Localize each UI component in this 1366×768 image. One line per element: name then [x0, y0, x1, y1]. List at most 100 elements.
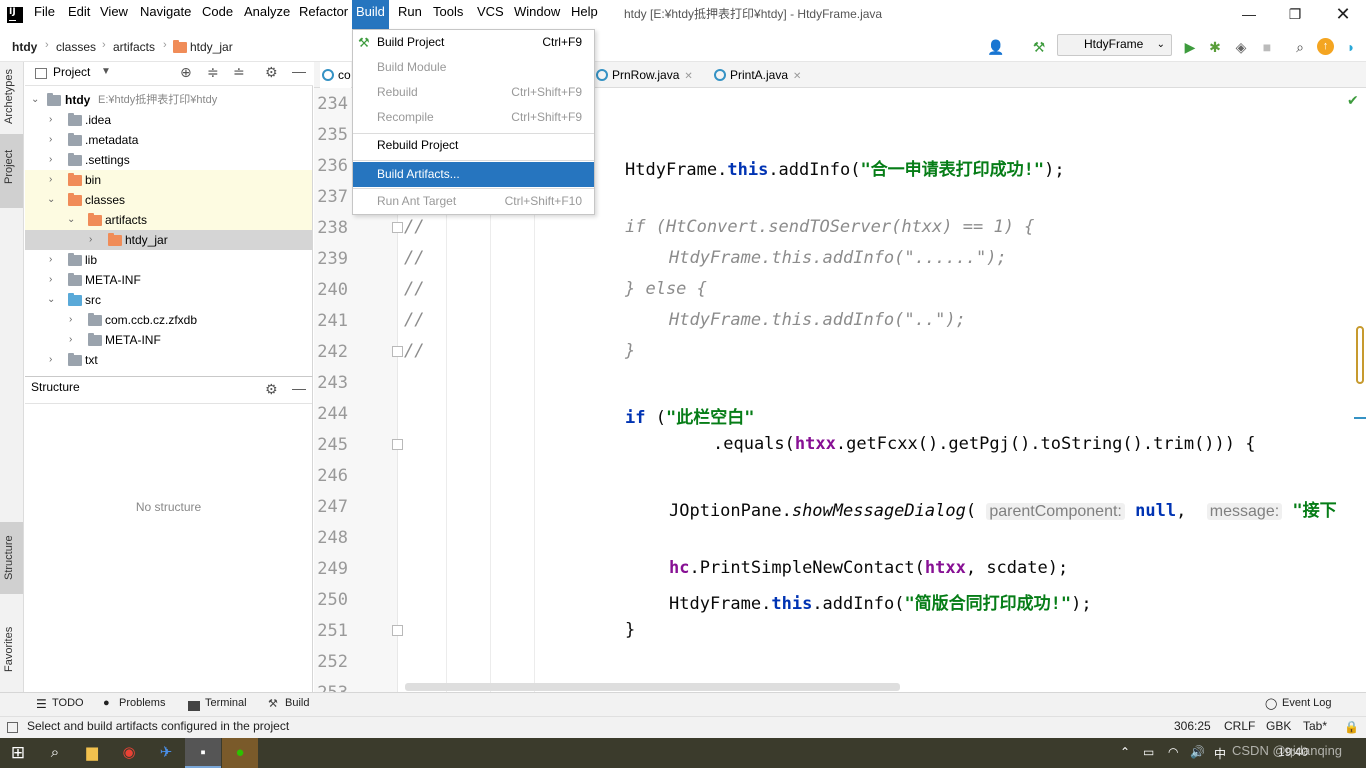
code-line-244[interactable]: if ("此栏空白" — [625, 403, 754, 428]
locate-icon[interactable]: ⊕ — [180, 64, 192, 81]
tree-item-package[interactable]: › com.ccb.cz.zfxdb — [25, 310, 312, 330]
panel-toggle-icon[interactable] — [7, 722, 18, 733]
fold-marker[interactable] — [392, 439, 403, 450]
menu-item-recompile[interactable]: Recompile Ctrl+Shift+F9 — [353, 105, 594, 130]
code-line-250[interactable]: HtdyFrame.this.addInfo("简版合同打印成功!"); — [669, 589, 1092, 614]
breadcrumb-htdy-jar[interactable]: htdy_jar — [190, 40, 233, 54]
breadcrumb-classes[interactable]: classes — [56, 40, 96, 54]
project-panel-title[interactable]: Project — [53, 65, 90, 79]
feishu-icon[interactable]: ✈ — [148, 738, 184, 768]
close-tab-icon[interactable]: ✕ — [793, 71, 801, 82]
tree-item-meta-inf[interactable]: › META-INF — [25, 270, 312, 290]
editor-tab-printa[interactable]: PrintA.java ✕ — [712, 62, 801, 88]
tree-item-lib[interactable]: › lib — [25, 250, 312, 270]
tab-problems[interactable]: Problems — [119, 697, 165, 709]
tree-item-classes[interactable]: ⌄ classes — [25, 190, 312, 210]
fold-marker[interactable] — [392, 346, 403, 357]
close-button[interactable]: ✕ — [1320, 0, 1366, 28]
chevron-right-icon[interactable]: › — [69, 310, 72, 330]
tree-item-bin[interactable]: › bin — [25, 170, 312, 190]
tree-item-settings[interactable]: › .settings — [25, 150, 312, 170]
chevron-down-icon[interactable]: ⌄ — [31, 90, 39, 110]
menu-window[interactable]: Window — [510, 0, 564, 26]
tab-project[interactable]: Project — [0, 134, 23, 208]
tree-item-idea[interactable]: › .idea — [25, 110, 312, 130]
collapse-all-icon[interactable]: ≐ — [233, 64, 245, 81]
indent-setting[interactable]: Tab* — [1303, 719, 1327, 733]
menu-edit[interactable]: Edit — [64, 0, 94, 26]
line-separator[interactable]: CRLF — [1224, 719, 1255, 733]
tab-structure[interactable]: Structure — [0, 522, 23, 594]
stop-icon[interactable]: ■ — [1258, 38, 1276, 56]
code-line-241[interactable]: HtdyFrame.this.addInfo(".."); — [669, 310, 966, 330]
caret-position[interactable]: 306:25 — [1174, 719, 1211, 733]
tab-terminal[interactable]: Terminal — [205, 697, 247, 709]
editor-horizontal-scrollbar[interactable] — [405, 683, 900, 691]
volume-icon[interactable]: 🔊 — [1190, 745, 1205, 759]
search-icon[interactable]: ⌕ — [1291, 38, 1309, 56]
code-line-242[interactable]: } — [625, 341, 635, 361]
code-line-247[interactable]: JOptionPane.showMessageDialog( parentCom… — [669, 496, 1366, 521]
chevron-right-icon[interactable]: › — [49, 350, 52, 370]
chevron-right-icon[interactable]: › — [49, 130, 52, 150]
inspection-ok-icon[interactable]: ✔ — [1347, 92, 1359, 109]
chevron-down-icon[interactable]: ▼ — [101, 66, 111, 77]
menu-item-build-module[interactable]: Build Module — [353, 55, 594, 80]
editor-vertical-scrollbar[interactable] — [1356, 326, 1364, 384]
menu-refactor[interactable]: Refactor — [295, 0, 352, 26]
wifi-icon[interactable]: ◠ — [1168, 745, 1178, 759]
tree-item-htdy[interactable]: ⌄ htdy E:¥htdy抵押表打印¥htdy — [25, 90, 312, 110]
close-tab-icon[interactable]: ✕ — [684, 71, 692, 82]
menu-help[interactable]: Help — [567, 0, 602, 26]
chevron-down-icon[interactable]: ⌄ — [67, 210, 75, 230]
tab-favorites[interactable]: Favorites — [0, 610, 23, 684]
menu-analyze[interactable]: Analyze — [240, 0, 294, 26]
ime-indicator[interactable]: 中 — [1214, 745, 1226, 762]
code-line-249[interactable]: hc.PrintSimpleNewContact(htxx, scdate); — [669, 558, 1068, 578]
menu-item-run-ant-target[interactable]: Run Ant Target Ctrl+Shift+F10 — [353, 189, 594, 214]
wechat-icon[interactable]: ● — [222, 738, 258, 768]
tree-item-src-meta-inf[interactable]: › META-INF — [25, 330, 312, 350]
menu-code[interactable]: Code — [198, 0, 237, 26]
run-configuration-select[interactable]: HtdyFrame ⌄ — [1057, 34, 1172, 56]
fold-marker[interactable] — [392, 625, 403, 636]
file-encoding[interactable]: GBK — [1266, 719, 1291, 733]
editor-tab-co[interactable]: co — [320, 62, 351, 88]
chevron-right-icon[interactable]: › — [49, 250, 52, 270]
hide-panel-icon[interactable]: — — [292, 63, 306, 79]
code-line-251[interactable]: } — [625, 620, 635, 640]
lock-icon[interactable]: 🔒 — [1344, 720, 1359, 734]
code-line-239[interactable]: HtdyFrame.this.addInfo("......"); — [669, 248, 1007, 268]
update-icon[interactable]: ↑ — [1317, 38, 1334, 55]
chevron-right-icon[interactable]: › — [69, 330, 72, 350]
chrome-icon[interactable]: ◉ — [111, 738, 147, 768]
intellij-taskbar-icon[interactable]: ▪ — [185, 738, 221, 768]
expand-all-icon[interactable]: ≑ — [207, 64, 219, 81]
chevron-right-icon[interactable]: › — [49, 110, 52, 130]
menu-item-rebuild-project[interactable]: Rebuild Project — [353, 133, 594, 158]
tree-item-htdy-jar[interactable]: › htdy_jar — [25, 230, 312, 250]
tree-item-metadata[interactable]: › .metadata — [25, 130, 312, 150]
restore-button[interactable]: ❐ — [1272, 0, 1318, 28]
hammer-build-icon[interactable]: ⚒ — [1030, 38, 1048, 56]
tab-archetypes[interactable]: Archetypes — [0, 62, 23, 128]
menu-navigate[interactable]: Navigate — [136, 0, 195, 26]
debug-icon[interactable]: ✱ — [1206, 38, 1224, 56]
breadcrumb-htdy[interactable]: htdy — [12, 40, 37, 54]
gear-icon[interactable]: ⚙ — [265, 381, 278, 398]
chevron-right-icon[interactable]: › — [49, 170, 52, 190]
editor-tab-prnrow[interactable]: PrnRow.java ✕ — [594, 62, 693, 88]
coverage-icon[interactable]: ◈ — [1232, 38, 1250, 56]
tree-item-artifacts[interactable]: ⌄ artifacts — [25, 210, 312, 230]
battery-icon[interactable]: ▭ — [1143, 745, 1154, 759]
chevron-down-icon[interactable]: ⌄ — [47, 290, 55, 310]
hide-panel-icon[interactable]: — — [292, 380, 306, 396]
tree-item-txt[interactable]: › txt — [25, 350, 312, 370]
fold-marker[interactable] — [392, 222, 403, 233]
windows-start-icon[interactable]: ⊞ — [0, 738, 36, 768]
tab-build[interactable]: Build — [285, 697, 309, 709]
menu-run[interactable]: Run — [394, 0, 426, 26]
chevron-right-icon[interactable]: › — [49, 150, 52, 170]
menu-build[interactable]: Build — [352, 0, 389, 30]
menu-item-rebuild[interactable]: Rebuild Ctrl+Shift+F9 — [353, 80, 594, 105]
